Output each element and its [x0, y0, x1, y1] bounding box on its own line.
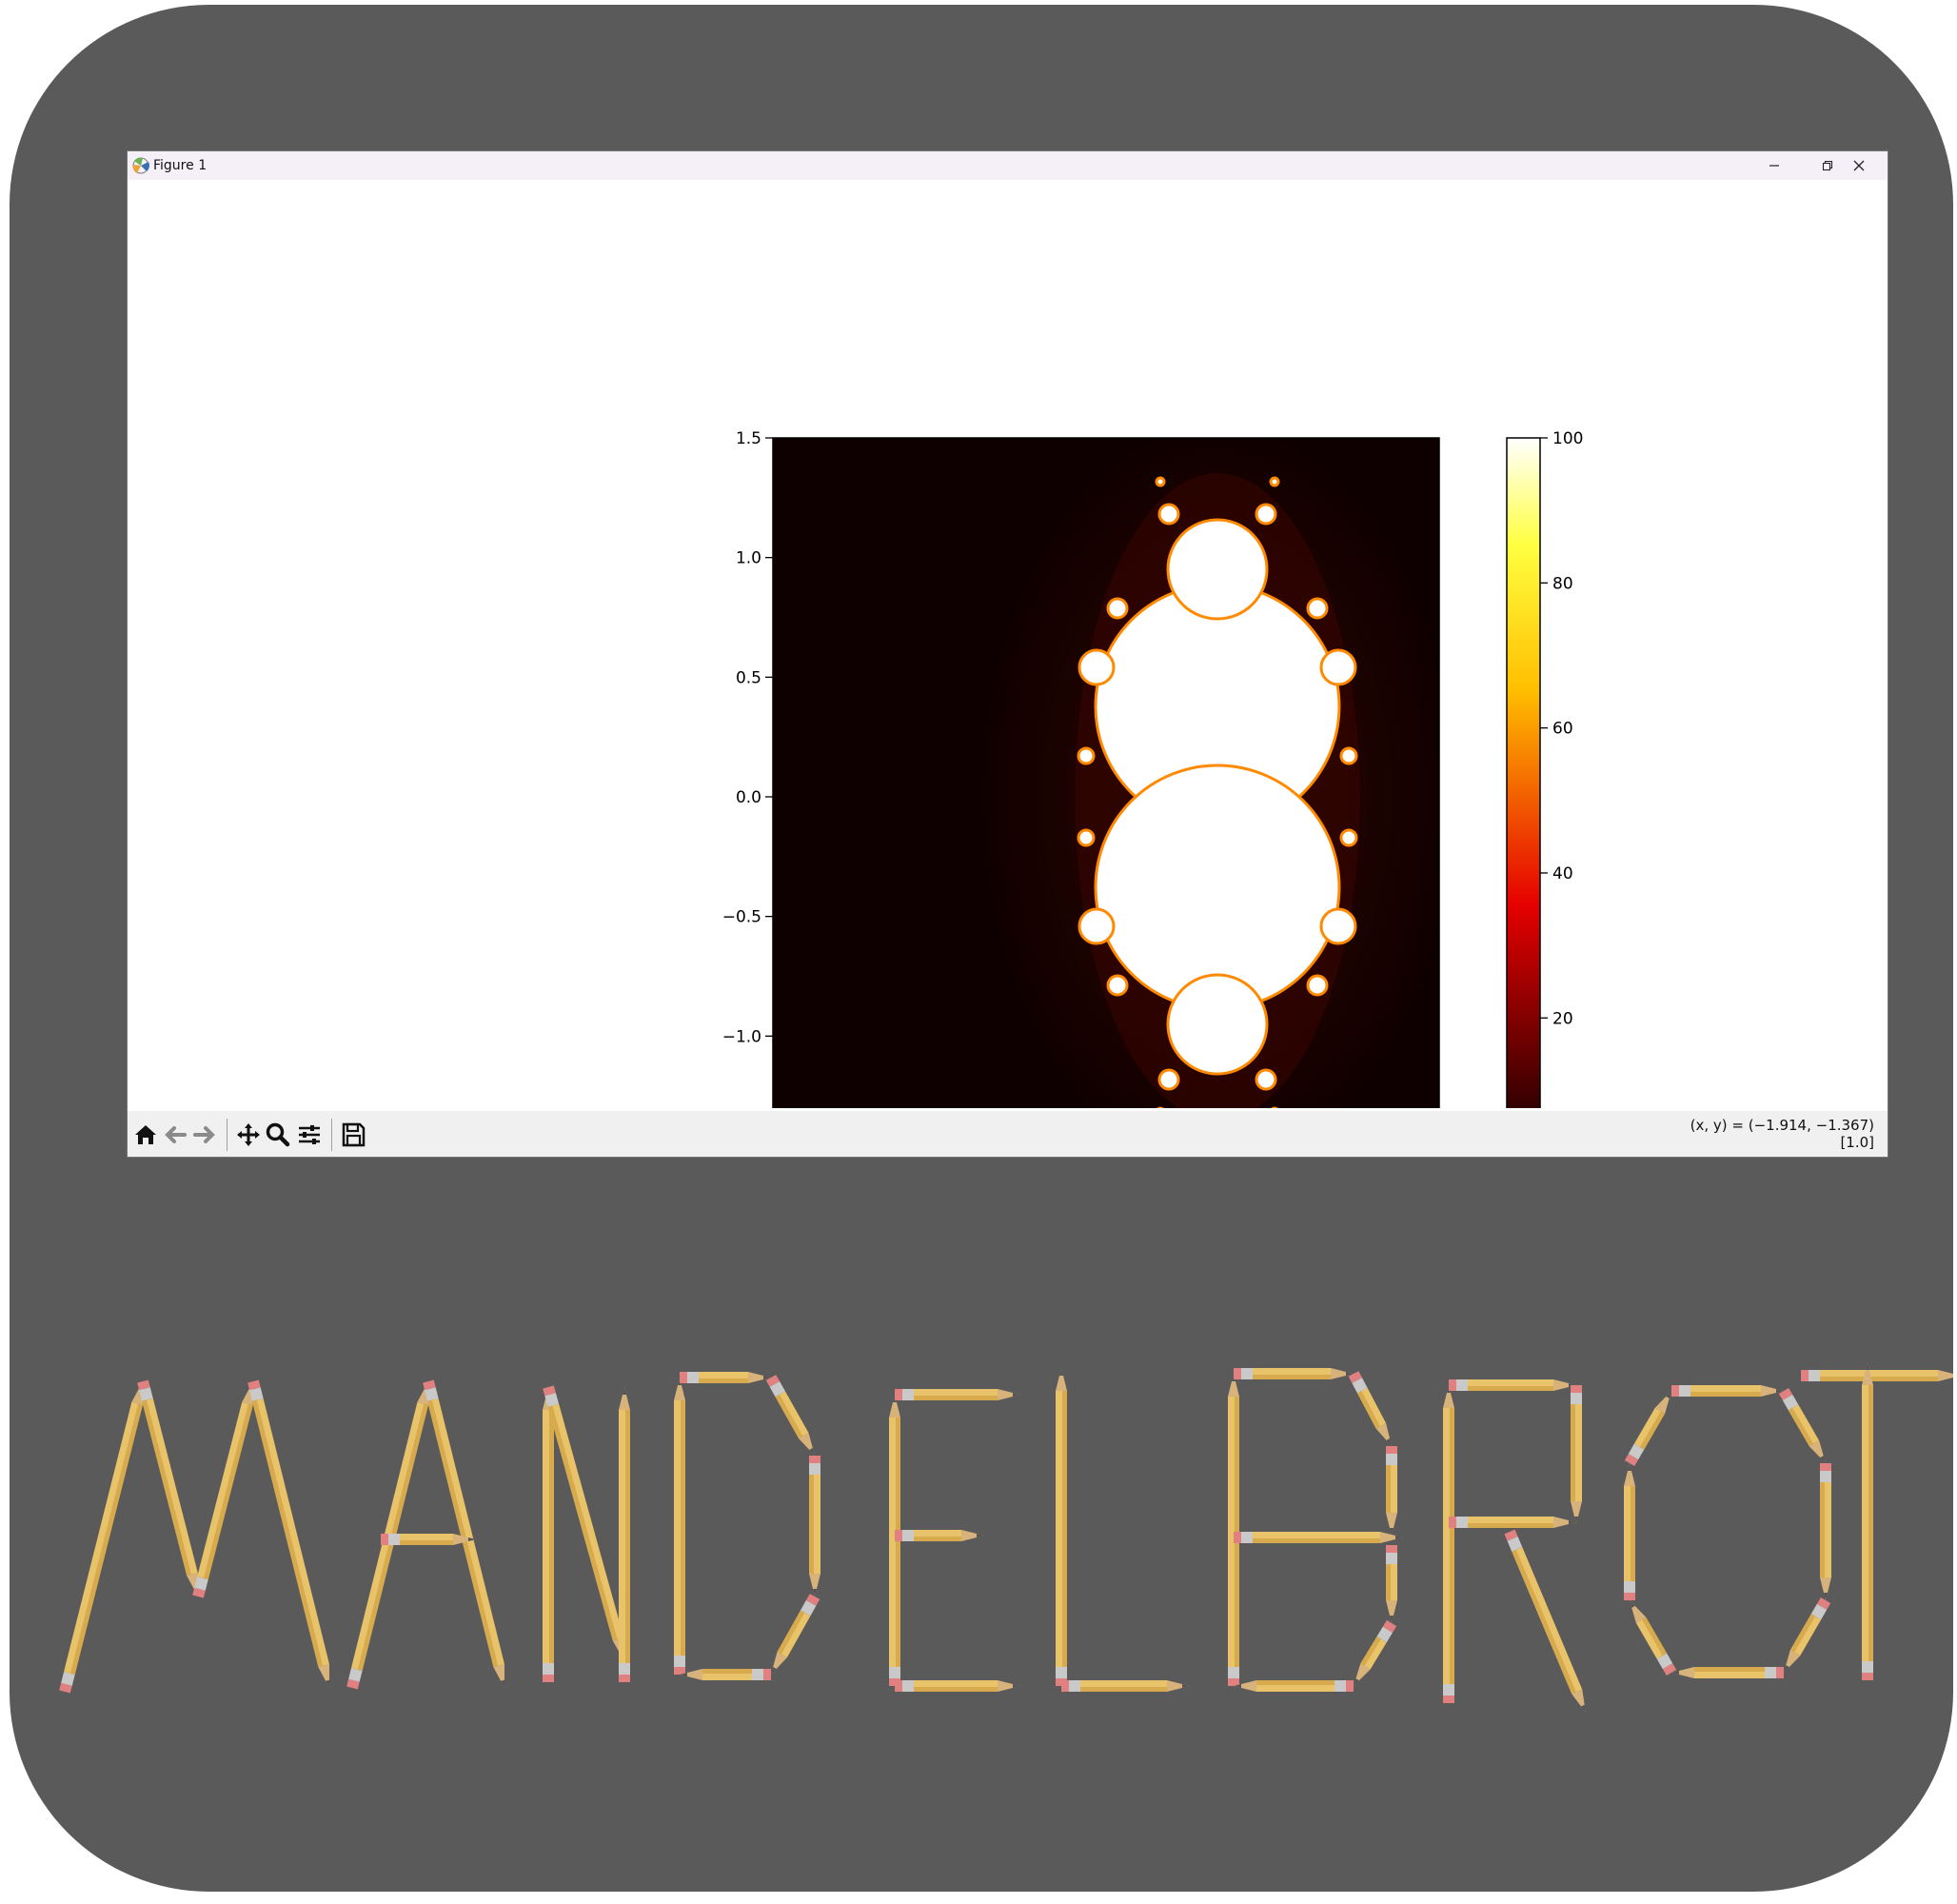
colorbar-tick-label: 20: [1552, 1009, 1573, 1028]
pencil-stroke-D: [765, 1375, 815, 1456]
window-titlebar[interactable]: Figure 1: [128, 151, 1888, 180]
colorbar-tick-label: 60: [1552, 720, 1573, 739]
pencil-stroke-O: [1820, 1463, 1831, 1600]
pencil-stroke-B: [1386, 1446, 1397, 1536]
pencil-stroke-E: [895, 1680, 1020, 1692]
pencil-stroke-B: [1354, 1619, 1397, 1687]
configure-subplots-button[interactable]: [295, 1121, 324, 1149]
y-tick-label: 0.5: [736, 668, 761, 687]
colorbar-tick-label: 40: [1552, 864, 1573, 883]
pencil-stroke-N: [543, 1385, 624, 1661]
pencil-stroke-O: [1630, 1599, 1677, 1676]
zoom-button[interactable]: [264, 1121, 292, 1149]
y-tick-label: −0.5: [722, 908, 761, 927]
pencil-stroke-E: [895, 1530, 984, 1541]
save-floppy-icon: [342, 1122, 366, 1147]
back-button[interactable]: [161, 1121, 189, 1149]
colorbar-tick-label: 80: [1552, 574, 1573, 593]
pencil-stroke-M: [247, 1379, 330, 1689]
pencil-stroke-B: [1234, 1680, 1354, 1692]
figure-window: Figure 1 1.5 1.0 0.5 0.0 −0.5 −1.0 100 8…: [128, 151, 1888, 1157]
pencil-stroke-O: [1671, 1667, 1784, 1678]
y-tick-label: 1.5: [736, 429, 761, 448]
back-arrow-icon: [165, 1126, 187, 1143]
navigation-toolbar: (x, y) = (−1.914, −1.367) [1.0]: [128, 1111, 1888, 1157]
pencil-stroke-B: [1228, 1374, 1239, 1686]
close-button[interactable]: [1832, 151, 1886, 180]
y-tick-label: 1.0: [736, 549, 761, 568]
colorbar-gradient: [1506, 437, 1541, 1108]
pencil-stroke-B: [1234, 1368, 1354, 1379]
matplotlib-app-icon: [132, 157, 149, 174]
axes-area: −2.0−1.5−1.0−0.50.00.51.0 1.51.00.50.0−0…: [722, 429, 1440, 1108]
forward-arrow-icon: [193, 1126, 215, 1143]
pencil-stroke-M: [59, 1380, 143, 1694]
pencil-stroke-M: [137, 1379, 198, 1597]
home-button[interactable]: [131, 1121, 160, 1149]
pencil-stroke-O: [1784, 1597, 1831, 1674]
pencil-stroke-B: [1234, 1532, 1403, 1543]
pencil-stroke-D: [680, 1669, 771, 1680]
pencil-letters: [59, 1362, 1953, 1714]
pencil-stroke-N: [543, 1387, 554, 1682]
pencil-stroke-O: [1624, 1463, 1635, 1600]
coordinate-text: (x, y) = (−1.914, −1.367): [1690, 1117, 1874, 1134]
toolbar-separator: [331, 1119, 332, 1151]
pan-move-icon: [237, 1123, 260, 1146]
plot-canvas[interactable]: −2.0−1.5−1.0−0.50.00.51.0 1.51.00.50.0−0…: [128, 180, 1888, 1108]
forward-button[interactable]: [190, 1121, 219, 1149]
home-icon: [135, 1125, 156, 1144]
cursor-coordinate-readout: (x, y) = (−1.914, −1.367) [1.0]: [1690, 1117, 1874, 1151]
pencil-stroke-M: [192, 1381, 253, 1598]
pencil-stroke-B: [1386, 1545, 1397, 1623]
pencil-stroke-D: [680, 1372, 771, 1383]
pencil-stroke-R: [1504, 1529, 1587, 1714]
pencil-stroke-D: [809, 1456, 820, 1597]
zoom-magnifier-icon: [266, 1122, 290, 1147]
minimize-icon: [1769, 165, 1779, 167]
close-icon: [1853, 160, 1865, 171]
pencil-stroke-O: [1624, 1391, 1672, 1467]
window-title: Figure 1: [153, 158, 208, 173]
save-button[interactable]: [339, 1121, 367, 1149]
y-tick-label: 0.0: [736, 788, 761, 807]
pencil-stroke-E: [895, 1389, 1020, 1400]
pencil-stroke-R: [1449, 1379, 1576, 1391]
app-tile-background: Figure 1 1.5 1.0 0.5 0.0 −0.5 −1.0 100 8…: [10, 5, 1953, 1892]
y-tick-label: −1.0: [722, 1027, 761, 1046]
minimize-button[interactable]: [1748, 151, 1801, 180]
pencil-stroke-O: [1671, 1385, 1784, 1397]
pencil-stroke-T: [1801, 1370, 1953, 1381]
pencil-wordmark: [59, 1362, 1953, 1714]
subplots-configure-icon: [299, 1125, 320, 1144]
colorbar-tick-label: 100: [1552, 429, 1583, 448]
pencil-stroke-R: [1571, 1385, 1582, 1524]
pixel-value-text: [1.0]: [1840, 1134, 1874, 1151]
pencil-stroke-L: [1061, 1680, 1190, 1692]
colorbar-axis: 100 80 60 40 20: [1540, 429, 1583, 1028]
pencil-stroke-N: [619, 1387, 630, 1682]
pencil-stroke-L: [1056, 1368, 1067, 1686]
pencil-stroke-O: [1778, 1387, 1827, 1463]
pan-button[interactable]: [234, 1121, 263, 1149]
pencil-stroke-D: [674, 1378, 685, 1675]
pencil-stroke-B: [1348, 1371, 1393, 1447]
colorbar: 100 80 60 40 20: [1506, 429, 1583, 1108]
pencil-stroke-D: [771, 1594, 820, 1675]
pencil-stroke-R: [1449, 1517, 1576, 1528]
pencil-stroke-T: [1862, 1362, 1873, 1680]
pencil-stroke-R: [1443, 1385, 1454, 1703]
y-axis: 1.51.00.50.0−0.5−1.0−1.5: [722, 429, 773, 1046]
